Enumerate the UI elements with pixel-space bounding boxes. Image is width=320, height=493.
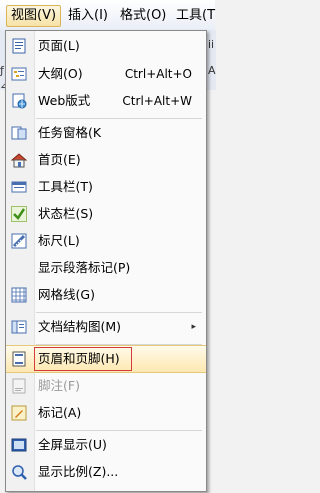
menu-bar: 视图(V) 插入(I) 格式(O) 工具(T (0, 0, 215, 31)
menu-item-outline[interactable]: 大纲(O) Ctrl+Alt+O (6, 61, 206, 87)
menu-item-web-layout[interactable]: Web版式 Ctrl+Alt+W (6, 88, 206, 114)
fullscreen-icon (11, 437, 27, 453)
menu-tools[interactable]: 工具(T (176, 6, 215, 26)
toolbar-glyph: ii (208, 38, 215, 51)
menu-item-label: 首页(E) (38, 152, 81, 167)
menu-item-label: 标尺(L) (38, 233, 80, 248)
menu-item-label: 文档结构图(M) (38, 319, 122, 334)
menu-format[interactable]: 格式(O) (120, 6, 166, 26)
menu-item-home[interactable]: 首页(E) (6, 147, 206, 173)
menu-item-shortcut: Ctrl+Alt+O (124, 67, 192, 81)
toolbar-right-edge: ii A (206, 30, 216, 90)
menu-item-toolbar[interactable]: 工具栏(T) (6, 174, 206, 200)
menu-separator (36, 118, 202, 119)
page-view-icon (11, 38, 27, 54)
menu-item-header-footer[interactable]: 页眉和页脚(H) (6, 345, 206, 373)
toolbar-icon (11, 179, 27, 195)
check-icon (11, 206, 27, 222)
ruler-icon (11, 233, 27, 249)
menu-item-label: 工具栏(T) (38, 179, 93, 194)
outline-icon (11, 66, 27, 82)
menu-item-label: 页面(L) (38, 38, 80, 53)
menu-item-label: 页眉和页脚(H) (38, 351, 120, 366)
menu-item-label: Web版式 (38, 93, 91, 108)
menu-item-gridlines[interactable]: 网格线(G) (6, 282, 206, 308)
menu-separator (36, 430, 202, 431)
menu-item-fullscreen[interactable]: 全屏显示(U) (6, 432, 206, 458)
toolbar-glyph: ƒ (0, 64, 4, 77)
menu-item-label: 显示比例(Z)... (38, 464, 119, 479)
menu-item-label: 标记(A) (38, 405, 82, 420)
toolbar-glyph: A (208, 64, 216, 77)
home-icon (11, 152, 27, 168)
menu-item-label: 状态栏(S) (38, 206, 94, 221)
menu-item-document-map[interactable]: 文档结构图(M) ▸ (6, 314, 206, 340)
zoom-icon (11, 464, 27, 480)
menu-item-task-pane[interactable]: 任务窗格(K (6, 120, 206, 146)
menu-item-footnote: 脚注(F) (6, 373, 206, 399)
markup-icon (11, 405, 27, 421)
menu-separator (36, 312, 202, 313)
menu-item-ruler[interactable]: 标尺(L) (6, 228, 206, 254)
grid-icon (11, 287, 27, 303)
menu-item-label: 显示段落标记(P) (38, 260, 131, 275)
menu-insert[interactable]: 插入(I) (68, 6, 108, 26)
menu-item-show-paragraph-marks[interactable]: 显示段落标记(P) (6, 255, 206, 281)
menu-item-zoom[interactable]: 显示比例(Z)... (6, 459, 206, 485)
menu-item-label: 任务窗格(K (38, 125, 102, 140)
task-pane-icon (11, 125, 27, 141)
menu-item-markup[interactable]: 标记(A) (6, 400, 206, 426)
view-dropdown-menu: 页面(L) 大纲(O) Ctrl+Alt+O Web版式 Ctrl+Alt+W … (5, 30, 207, 492)
submenu-arrow-icon: ▸ (191, 322, 196, 332)
menu-item-page[interactable]: 页面(L) (6, 33, 206, 59)
web-layout-icon (11, 93, 27, 109)
menu-item-label: 全屏显示(U) (38, 437, 107, 452)
doc-map-icon (11, 319, 27, 335)
menu-view[interactable]: 视图(V) (6, 5, 62, 27)
header-footer-icon (11, 351, 27, 367)
menu-item-label: 网格线(G) (38, 287, 95, 302)
footnote-icon (11, 378, 27, 394)
menu-item-label: 大纲(O) (38, 66, 83, 81)
menu-item-statusbar[interactable]: 状态栏(S) (6, 201, 206, 227)
menu-item-shortcut: Ctrl+Alt+W (122, 94, 192, 108)
menu-item-label: 脚注(F) (38, 378, 80, 393)
